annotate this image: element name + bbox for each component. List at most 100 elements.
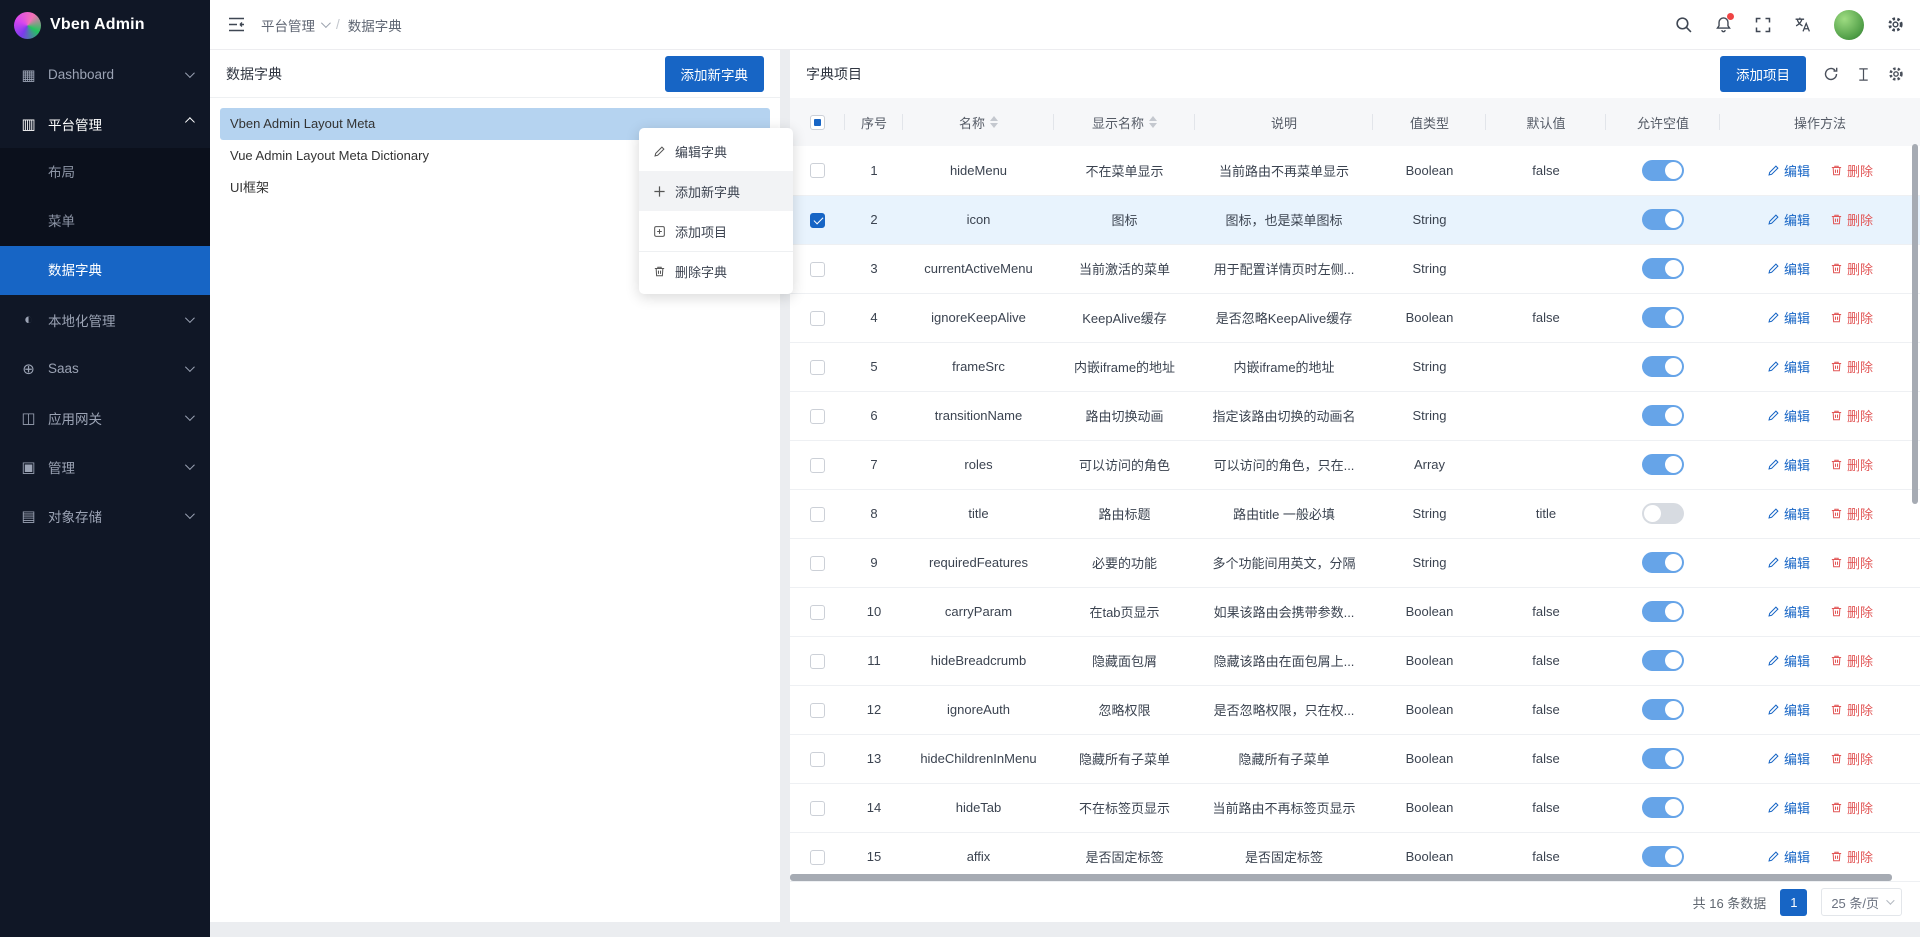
allow-null-toggle[interactable] [1642, 699, 1684, 720]
column-header-1[interactable]: 名称 [903, 98, 1054, 146]
edit-button[interactable]: 编辑 [1767, 406, 1810, 425]
delete-button[interactable]: 删除 [1830, 847, 1873, 866]
row-checkbox[interactable] [810, 801, 825, 816]
allow-null-toggle[interactable] [1642, 650, 1684, 671]
allow-null-toggle[interactable] [1642, 846, 1684, 867]
row-checkbox[interactable] [810, 556, 825, 571]
allow-null-toggle[interactable] [1642, 503, 1684, 524]
allow-null-toggle[interactable] [1642, 552, 1684, 573]
fullscreen-icon[interactable] [1755, 17, 1771, 33]
sort-icon[interactable] [990, 116, 998, 128]
edit-button[interactable]: 编辑 [1767, 455, 1810, 474]
column-settings-gear-icon[interactable] [1888, 66, 1904, 82]
sidebar-item-storage[interactable]: ▤ 对象存储 [0, 491, 210, 540]
sidebar-item-localization[interactable]: ◐ 本地化管理 [0, 295, 210, 344]
delete-button[interactable]: 删除 [1830, 651, 1873, 670]
edit-label: 编辑 [1784, 210, 1810, 229]
edit-button[interactable]: 编辑 [1767, 308, 1810, 327]
page-size-select[interactable]: 25 条/页 [1821, 888, 1902, 916]
delete-button[interactable]: 删除 [1830, 210, 1873, 229]
edit-button[interactable]: 编辑 [1767, 749, 1810, 768]
allow-null-toggle[interactable] [1642, 405, 1684, 426]
edit-button[interactable]: 编辑 [1767, 602, 1810, 621]
delete-button[interactable]: 删除 [1830, 357, 1873, 376]
sidebar-subitem-1[interactable]: 菜单 [0, 197, 210, 246]
allow-null-toggle[interactable] [1642, 601, 1684, 622]
row-checkbox[interactable] [810, 605, 825, 620]
edit-button[interactable]: 编辑 [1767, 847, 1810, 866]
delete-button[interactable]: 删除 [1830, 749, 1873, 768]
edit-button[interactable]: 编辑 [1767, 700, 1810, 719]
search-icon[interactable] [1675, 16, 1692, 33]
delete-button[interactable]: 删除 [1830, 700, 1873, 719]
allow-null-toggle[interactable] [1642, 307, 1684, 328]
edit-button[interactable]: 编辑 [1767, 210, 1810, 229]
pagination-page-1[interactable]: 1 [1780, 889, 1807, 916]
horizontal-scrollbar[interactable] [790, 874, 1892, 881]
row-checkbox[interactable] [810, 458, 825, 473]
translate-icon[interactable] [1794, 16, 1811, 33]
delete-button[interactable]: 删除 [1830, 455, 1873, 474]
delete-button[interactable]: 删除 [1830, 553, 1873, 572]
row-checkbox[interactable] [810, 213, 825, 228]
edit-button[interactable]: 编辑 [1767, 651, 1810, 670]
sidebar-item-platform[interactable]: ▥ 平台管理 [0, 99, 210, 148]
row-checkbox[interactable] [810, 752, 825, 767]
row-checkbox[interactable] [810, 409, 825, 424]
context-menu-item-3[interactable]: 删除字典 [639, 251, 793, 291]
sidebar-subitem-0[interactable]: 布局 [0, 148, 210, 197]
settings-gear-icon[interactable] [1887, 16, 1904, 33]
allow-null-toggle[interactable] [1642, 748, 1684, 769]
sidebar-item-dashboard[interactable]: ▦ Dashboard [0, 50, 210, 99]
delete-button[interactable]: 删除 [1830, 406, 1873, 425]
edit-button[interactable]: 编辑 [1767, 161, 1810, 180]
allow-null-toggle[interactable] [1642, 797, 1684, 818]
allow-null-toggle[interactable] [1642, 160, 1684, 181]
row-checkbox[interactable] [810, 703, 825, 718]
user-avatar[interactable] [1834, 10, 1864, 40]
delete-button[interactable]: 删除 [1830, 259, 1873, 278]
sidebar-collapse-icon[interactable] [228, 17, 245, 32]
vertical-scrollbar[interactable] [1912, 144, 1918, 504]
row-checkbox[interactable] [810, 850, 825, 865]
delete-button[interactable]: 删除 [1830, 161, 1873, 180]
edit-button[interactable]: 编辑 [1767, 553, 1810, 572]
delete-button[interactable]: 删除 [1830, 602, 1873, 621]
app-logo[interactable]: Vben Admin [0, 0, 210, 50]
row-checkbox[interactable] [810, 311, 825, 326]
delete-button[interactable]: 删除 [1830, 504, 1873, 523]
refresh-icon[interactable] [1823, 66, 1839, 82]
sidebar-item-gateway[interactable]: ◫ 应用网关 [0, 393, 210, 442]
context-menu-item-2[interactable]: 添加项目 [639, 211, 793, 251]
allow-null-toggle[interactable] [1642, 454, 1684, 475]
sort-icon[interactable] [1149, 116, 1157, 128]
add-item-button[interactable]: 添加项目 [1720, 56, 1806, 92]
row-checkbox[interactable] [810, 360, 825, 375]
edit-button[interactable]: 编辑 [1767, 357, 1810, 376]
context-menu-item-1[interactable]: 添加新字典 [639, 171, 793, 211]
notification-bell-icon[interactable] [1715, 16, 1732, 33]
breadcrumb-item-dictionary[interactable]: 数据字典 [348, 15, 402, 35]
row-checkbox[interactable] [810, 163, 825, 178]
row-checkbox[interactable] [810, 654, 825, 669]
row-checkbox[interactable] [810, 507, 825, 522]
edit-button[interactable]: 编辑 [1767, 798, 1810, 817]
sidebar-item-saas[interactable]: ⊕ Saas [0, 344, 210, 393]
allow-null-toggle[interactable] [1642, 258, 1684, 279]
allow-null-toggle[interactable] [1642, 356, 1684, 377]
edit-button[interactable]: 编辑 [1767, 504, 1810, 523]
delete-button[interactable]: 删除 [1830, 308, 1873, 327]
row-height-icon[interactable] [1856, 67, 1871, 82]
edit-button[interactable]: 编辑 [1767, 259, 1810, 278]
context-menu-item-0[interactable]: 编辑字典 [639, 131, 793, 171]
column-header-2[interactable]: 显示名称 [1054, 98, 1195, 146]
sidebar-subitem-2[interactable]: 数据字典 [0, 246, 210, 295]
sidebar-item-management[interactable]: ▣ 管理 [0, 442, 210, 491]
select-all-checkbox[interactable] [810, 115, 825, 130]
cell-allow-null [1606, 342, 1720, 391]
allow-null-toggle[interactable] [1642, 209, 1684, 230]
add-new-dictionary-button[interactable]: 添加新字典 [665, 56, 765, 92]
breadcrumb-item-platform[interactable]: 平台管理 [261, 15, 328, 35]
delete-button[interactable]: 删除 [1830, 798, 1873, 817]
row-checkbox[interactable] [810, 262, 825, 277]
